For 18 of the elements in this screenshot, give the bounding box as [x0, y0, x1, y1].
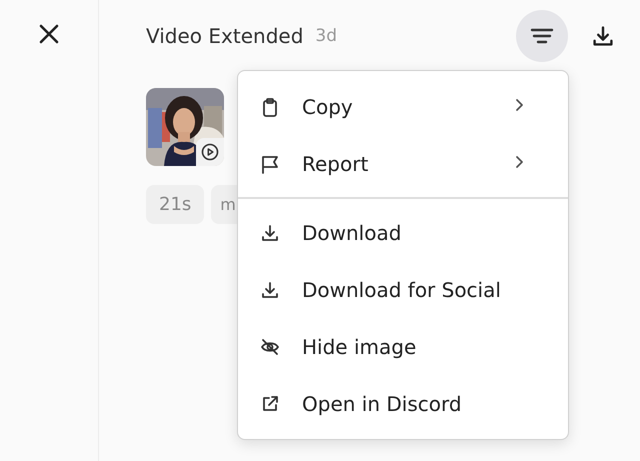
age-label: 3d	[315, 26, 337, 46]
menu-item[interactable]: Download for Social	[238, 261, 568, 318]
menu-item[interactable]: Hide image	[238, 318, 568, 375]
close-icon[interactable]	[38, 23, 60, 45]
menu-item[interactable]: Open in Discord	[238, 375, 568, 432]
download-icon	[260, 280, 280, 300]
menu-item[interactable]: Report	[238, 135, 568, 192]
external-link-icon	[260, 394, 280, 414]
menu-button[interactable]	[516, 10, 568, 62]
menu-icon	[530, 26, 554, 46]
download-icon	[260, 222, 280, 242]
menu-item[interactable]: Copy	[238, 78, 568, 135]
clipboard-icon	[260, 96, 280, 116]
video-title: Video Extended	[146, 24, 304, 48]
menu-item[interactable]: Download	[238, 204, 568, 261]
flag-icon	[260, 154, 280, 174]
eye-slash-icon	[260, 336, 280, 356]
play-icon[interactable]	[201, 143, 219, 161]
